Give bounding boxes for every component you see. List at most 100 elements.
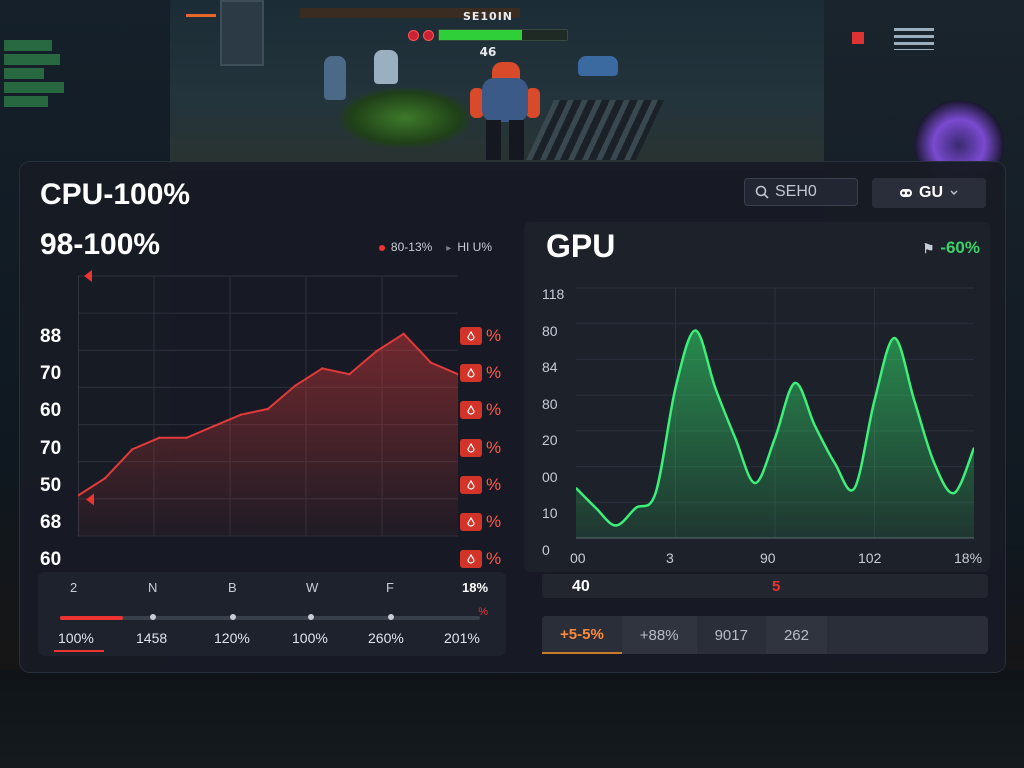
- scene-barrel: [374, 50, 398, 84]
- gpu-data-point: [873, 399, 876, 402]
- gpu-data-point: [734, 437, 736, 439]
- cpu-data-point: [239, 413, 243, 416]
- gpu-tab-bar: +5-5% +88% 9017 262: [542, 616, 988, 654]
- cpu-badge-label: %: [486, 474, 502, 494]
- gpu-chart: [576, 287, 974, 539]
- cpu-data-point: [402, 332, 405, 335]
- scene-door: [220, 0, 264, 66]
- cpu-alert-badge: %: [460, 363, 501, 383]
- scene-vent: [894, 28, 934, 50]
- legend-item: ▸ HI U%: [446, 240, 492, 254]
- gpu-y-tick-label: 118: [542, 286, 565, 302]
- tab-count[interactable]: 9017: [697, 616, 766, 654]
- scene-floor: [0, 670, 1024, 768]
- gpu-x-tick-label: 3: [666, 550, 674, 566]
- drop-icon: [460, 327, 482, 345]
- hud-title: SE10IN: [462, 10, 514, 23]
- gpu-stat-right: 5: [772, 578, 781, 595]
- health-bar: [438, 29, 568, 41]
- gpu-headline: GPU: [546, 228, 616, 264]
- timeline-label: 2: [70, 580, 78, 595]
- gpu-y-tick-label: 10: [542, 505, 558, 521]
- scene-crate: [578, 56, 618, 76]
- gpu-y-tick-label: 0: [542, 541, 550, 558]
- cpu-badge-label: %: [486, 512, 502, 531]
- timeline-label: F: [386, 580, 394, 595]
- gpu-stat-left: 40: [572, 578, 590, 595]
- cpu-alert-badge: %: [460, 326, 501, 346]
- cpu-data-point: [375, 349, 378, 353]
- timeline-label: N: [148, 580, 158, 595]
- gpu-x-tick-label: 00: [570, 550, 586, 566]
- timeline-stat: 201%: [444, 630, 480, 646]
- cpu-data-point: [266, 407, 270, 411]
- gpu-data-point: [814, 424, 816, 427]
- timeline-stat: 100%: [292, 630, 328, 646]
- cpu-y-tick-label: 60: [40, 549, 62, 571]
- scene-warning-light: [852, 32, 864, 44]
- chevron-down-icon: [950, 190, 958, 195]
- alert-icon: [423, 29, 434, 41]
- gpu-delta-value: -60%: [940, 238, 980, 257]
- cpu-data-point: [131, 448, 134, 451]
- gpu-y-tick-label: 84: [542, 359, 558, 375]
- dropdown-label: GU: [919, 184, 943, 201]
- gpu-data-point: [853, 487, 856, 489]
- tab-delta[interactable]: +5-5%: [542, 616, 622, 654]
- hud-health: SE10IN 46: [408, 10, 568, 60]
- cpu-data-point: [348, 373, 351, 376]
- timeline-tick: [388, 614, 394, 620]
- cpu-badge-label: %: [486, 363, 502, 383]
- record-icon: [408, 29, 419, 41]
- search-input[interactable]: SEH0: [744, 178, 858, 206]
- timeline-stat: 120%: [214, 630, 250, 646]
- drop-icon: [460, 513, 482, 531]
- timeline-scrubber[interactable]: [60, 614, 480, 620]
- gpu-data-point: [893, 337, 896, 339]
- cpu-headline: 98-100%: [40, 228, 161, 261]
- legend-label: HI U%: [457, 240, 492, 254]
- gpu-x-tick-label: 90: [760, 550, 776, 566]
- gpu-x-tick-label: 18%: [954, 550, 983, 566]
- cpu-chart: [78, 270, 458, 537]
- arrow-icon: ▸: [446, 243, 452, 254]
- gpu-data-point: [615, 524, 617, 527]
- drop-icon: [460, 475, 482, 494]
- active-stat-underline: [54, 650, 104, 652]
- timeline-label: W: [306, 580, 319, 595]
- gpu-data-point: [634, 507, 637, 509]
- gpu-data-point: [794, 382, 796, 384]
- gpu-data-point: [754, 482, 756, 484]
- search-icon: [755, 185, 769, 199]
- cpu-y-tick-label: 88: [40, 326, 62, 347]
- cpu-y-tick-label: 70: [40, 363, 62, 385]
- cpu-data-point: [103, 477, 107, 480]
- timeline-tick: [230, 614, 236, 620]
- gpu-card: GPU ⚑ -60% 118 80 84 80 20 00 10 0 00 3 90 102 18%: [524, 222, 990, 572]
- cpu-data-point: [321, 367, 324, 370]
- cpu-y-tick-label: 70: [40, 437, 62, 459]
- cpu-data-point: [158, 436, 161, 439]
- gpu-y-tick-label: 80: [542, 322, 558, 339]
- cpu-alert-badge: %: [460, 475, 501, 495]
- drop-icon: [460, 438, 482, 457]
- tab-value[interactable]: 262: [765, 616, 827, 654]
- gpu-data-point: [933, 462, 935, 464]
- cpu-data-point: [293, 384, 297, 387]
- drop-icon: [460, 364, 482, 383]
- cpu-alert-badge: %: [460, 549, 501, 569]
- cpu-alert-badge: %: [460, 438, 501, 458]
- scene-plants: [340, 88, 470, 148]
- timeline-stat: 100%: [58, 630, 94, 646]
- scene-barrel: [324, 56, 346, 100]
- timeline-tick: [150, 614, 156, 620]
- tab-percent[interactable]: +88%: [621, 616, 697, 654]
- gpu-select-dropdown[interactable]: GU: [872, 178, 986, 208]
- gpu-data-point: [654, 492, 657, 494]
- drop-icon: [460, 550, 482, 569]
- cpu-max-marker: [84, 270, 92, 282]
- gpu-data-point: [674, 387, 677, 389]
- gpu-x-tick-label: 102: [858, 550, 882, 566]
- gpu-y-tick-label: 20: [542, 432, 558, 448]
- timeline-stat: 260%: [368, 630, 404, 646]
